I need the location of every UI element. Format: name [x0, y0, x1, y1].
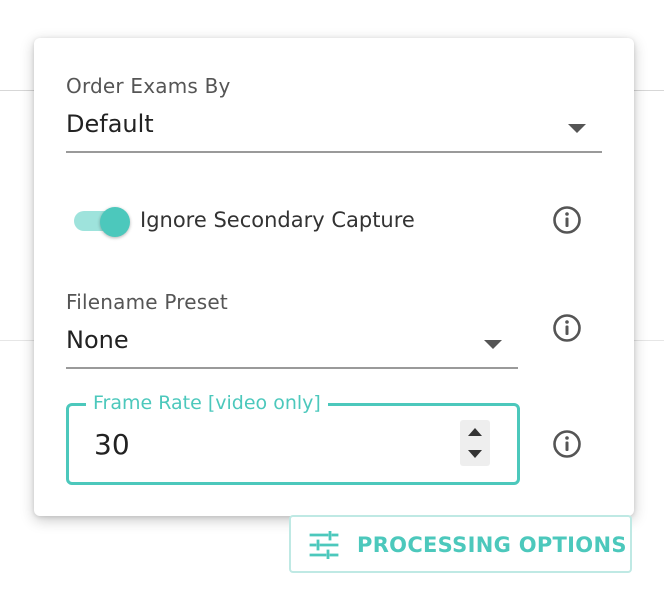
filename-preset-underline	[66, 367, 518, 369]
order-exams-underline	[66, 151, 602, 153]
filename-preset-label: Filename Preset	[66, 290, 228, 314]
options-popover: Order Exams By Default Ignore Secondary …	[34, 38, 634, 516]
order-exams-label: Order Exams By	[66, 74, 231, 98]
step-up-icon[interactable]	[468, 428, 482, 436]
frame-rate-field[interactable]	[66, 403, 520, 485]
caret-down-icon	[484, 340, 502, 349]
info-circle-icon[interactable]	[552, 313, 582, 343]
toggle-knob	[100, 207, 130, 237]
processing-options-button[interactable]: PROCESSING OPTIONS	[289, 515, 632, 573]
processing-options-label: PROCESSING OPTIONS	[357, 533, 627, 557]
filename-preset-value: None	[66, 326, 129, 354]
frame-rate-stepper[interactable]	[460, 420, 490, 466]
order-exams-value: Default	[66, 110, 154, 138]
sliders-icon	[309, 531, 339, 559]
ignore-secondary-label: Ignore Secondary Capture	[140, 208, 415, 232]
filename-preset-select[interactable]: None	[66, 324, 518, 370]
info-circle-icon[interactable]	[552, 205, 582, 235]
page: Order Exams By Default Ignore Secondary …	[0, 0, 664, 594]
frame-rate-input[interactable]: 30	[94, 428, 130, 461]
info-circle-icon[interactable]	[552, 429, 582, 459]
frame-rate-label: Frame Rate [video only]	[86, 392, 328, 414]
caret-down-icon	[568, 124, 586, 133]
ignore-secondary-toggle[interactable]	[74, 207, 132, 237]
step-down-icon[interactable]	[468, 450, 482, 458]
order-exams-select[interactable]: Default	[66, 108, 602, 154]
